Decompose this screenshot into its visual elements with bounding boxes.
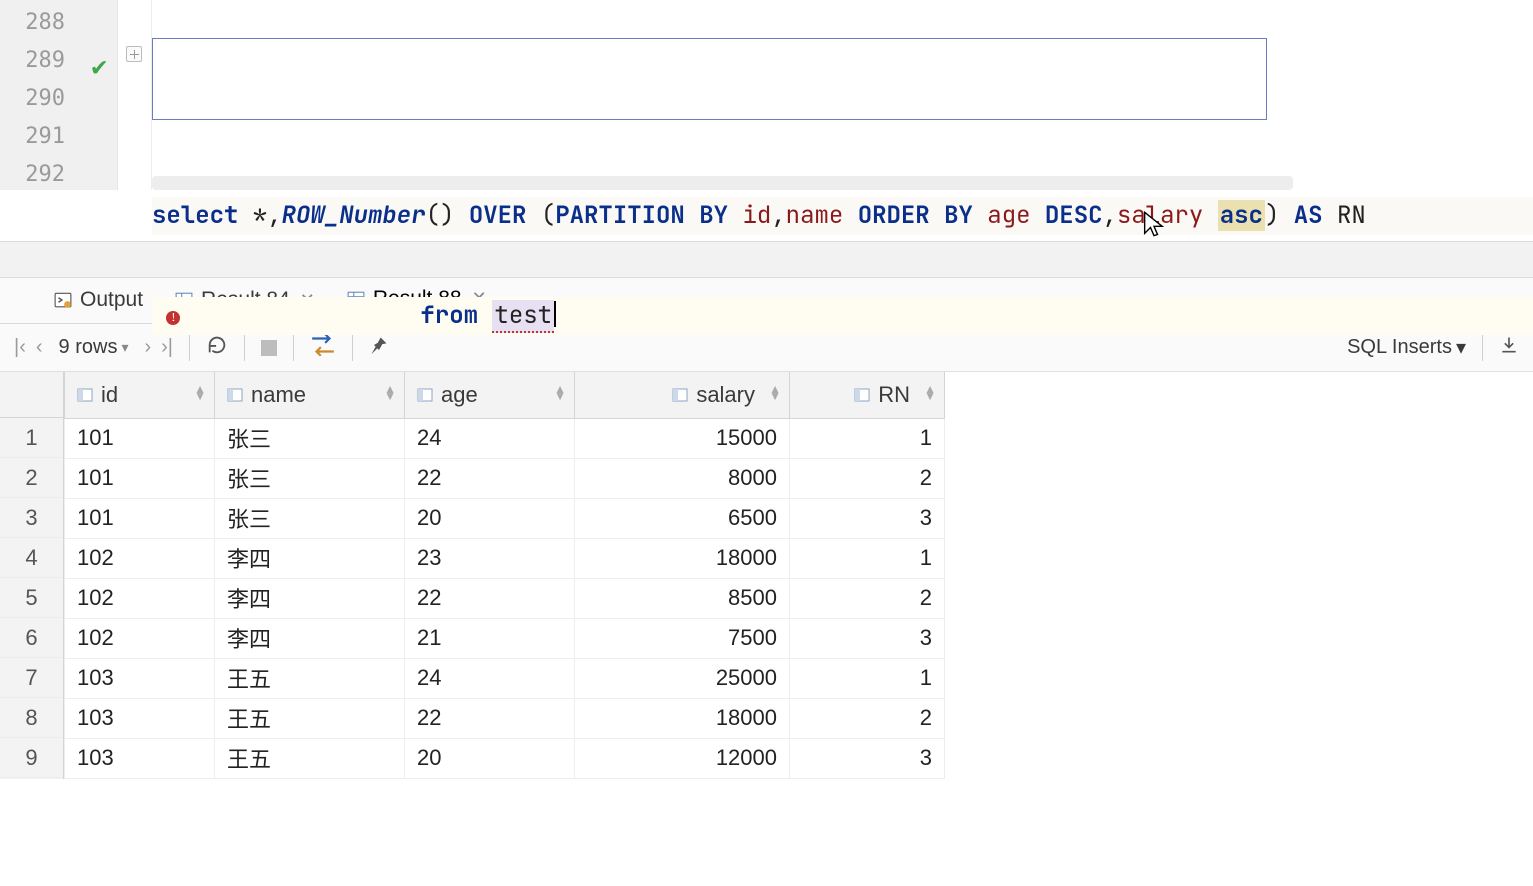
first-page-icon[interactable]: |‹ — [14, 336, 26, 359]
prev-page-icon[interactable]: ‹ — [36, 336, 43, 359]
code-line[interactable]: select *,ROW_Number() OVER (PARTITION BY… — [152, 197, 1533, 235]
row-number[interactable]: 1 — [0, 418, 63, 458]
row-number-column: 123456789 — [0, 372, 64, 779]
editor-gutter: 288 289✔ 290 291 292 — [0, 0, 118, 190]
row-number-header — [0, 372, 63, 418]
cell-id[interactable]: 102 — [65, 618, 215, 658]
column-icon — [854, 387, 870, 403]
cell-rn[interactable]: 2 — [790, 698, 945, 738]
cell-rn[interactable]: 3 — [790, 738, 945, 778]
cell-name[interactable]: 王五 — [215, 738, 405, 778]
cell-salary[interactable]: 25000 — [575, 658, 790, 698]
bulb-error-icon[interactable]: ! — [166, 311, 180, 325]
cell-salary[interactable]: 18000 — [575, 698, 790, 738]
tab-output[interactable]: Output — [38, 277, 159, 323]
cell-age[interactable]: 22 — [405, 698, 575, 738]
row-number[interactable]: 5 — [0, 578, 63, 618]
column-label: RN — [878, 382, 910, 408]
row-number[interactable]: 2 — [0, 458, 63, 498]
gutter-line: 289✔ — [0, 42, 117, 80]
cell-age[interactable]: 20 — [405, 738, 575, 778]
sort-icon[interactable]: ▲▼ — [384, 386, 396, 400]
column-icon — [417, 387, 433, 403]
row-number[interactable]: 7 — [0, 658, 63, 698]
cell-rn[interactable]: 1 — [790, 658, 945, 698]
column-icon — [227, 387, 243, 403]
fold-column — [118, 0, 152, 190]
column-icon — [77, 387, 93, 403]
code-area[interactable]: select *,ROW_Number() OVER (PARTITION BY… — [152, 0, 1533, 190]
table-row[interactable]: 103王五22180002 — [65, 698, 945, 738]
row-number[interactable]: 9 — [0, 738, 63, 778]
cell-id[interactable]: 103 — [65, 658, 215, 698]
table-row[interactable]: 103王五24250001 — [65, 658, 945, 698]
column-header-salary[interactable]: salary ▲▼ — [575, 372, 790, 418]
row-number[interactable]: 3 — [0, 498, 63, 538]
column-label: name — [251, 382, 306, 408]
gutter-line: 292 — [0, 156, 117, 194]
console-icon — [54, 291, 72, 309]
tab-label: Output — [80, 288, 143, 312]
cell-name[interactable]: 王五 — [215, 698, 405, 738]
table-row[interactable]: 102李四2175003 — [65, 618, 945, 658]
cell-name[interactable]: 李四 — [215, 618, 405, 658]
column-label: id — [101, 382, 118, 408]
chevron-down-icon: ▾ — [121, 339, 128, 356]
row-count-label: 9 rows — [59, 336, 118, 359]
column-header-rn[interactable]: RN ▲▼ — [790, 372, 945, 418]
cell-age[interactable]: 24 — [405, 658, 575, 698]
column-header-id[interactable]: id ▲▼ — [65, 372, 215, 418]
row-number[interactable]: 6 — [0, 618, 63, 658]
sort-icon[interactable]: ▲▼ — [924, 386, 936, 400]
column-label: salary — [696, 382, 755, 408]
cell-age[interactable]: 21 — [405, 618, 575, 658]
row-number[interactable]: 4 — [0, 538, 63, 578]
page-nav: |‹ ‹ — [14, 336, 43, 359]
sort-icon[interactable]: ▲▼ — [769, 386, 781, 400]
column-label: age — [441, 382, 478, 408]
next-page-icon[interactable]: › — [144, 336, 151, 359]
sql-editor[interactable]: 288 289✔ 290 291 292 select *,ROW_Number… — [0, 0, 1533, 190]
column-icon — [672, 387, 688, 403]
table-row[interactable]: 103王五20120003 — [65, 738, 945, 778]
cell-salary[interactable]: 7500 — [575, 618, 790, 658]
column-header-name[interactable]: name ▲▼ — [215, 372, 405, 418]
cell-id[interactable]: 103 — [65, 698, 215, 738]
code-line[interactable]: !from test — [152, 297, 1533, 335]
cell-rn[interactable]: 3 — [790, 618, 945, 658]
column-header-age[interactable]: age ▲▼ — [405, 372, 575, 418]
horizontal-scrollbar[interactable] — [152, 176, 1293, 190]
cell-salary[interactable]: 12000 — [575, 738, 790, 778]
gutter-line: 291 — [0, 118, 117, 156]
row-count-dropdown[interactable]: 9 rows ▾ — [59, 336, 129, 359]
text-caret — [554, 301, 556, 327]
code-line[interactable] — [152, 497, 1533, 535]
gutter-line: 288 — [0, 4, 117, 42]
cell-name[interactable]: 王五 — [215, 658, 405, 698]
code-line[interactable] — [152, 97, 1533, 135]
gutter-line: 290 — [0, 80, 117, 118]
row-number[interactable]: 8 — [0, 698, 63, 738]
fold-handle-icon[interactable] — [126, 46, 142, 62]
sort-icon[interactable]: ▲▼ — [194, 386, 206, 400]
sort-icon[interactable]: ▲▼ — [554, 386, 566, 400]
cell-id[interactable]: 103 — [65, 738, 215, 778]
